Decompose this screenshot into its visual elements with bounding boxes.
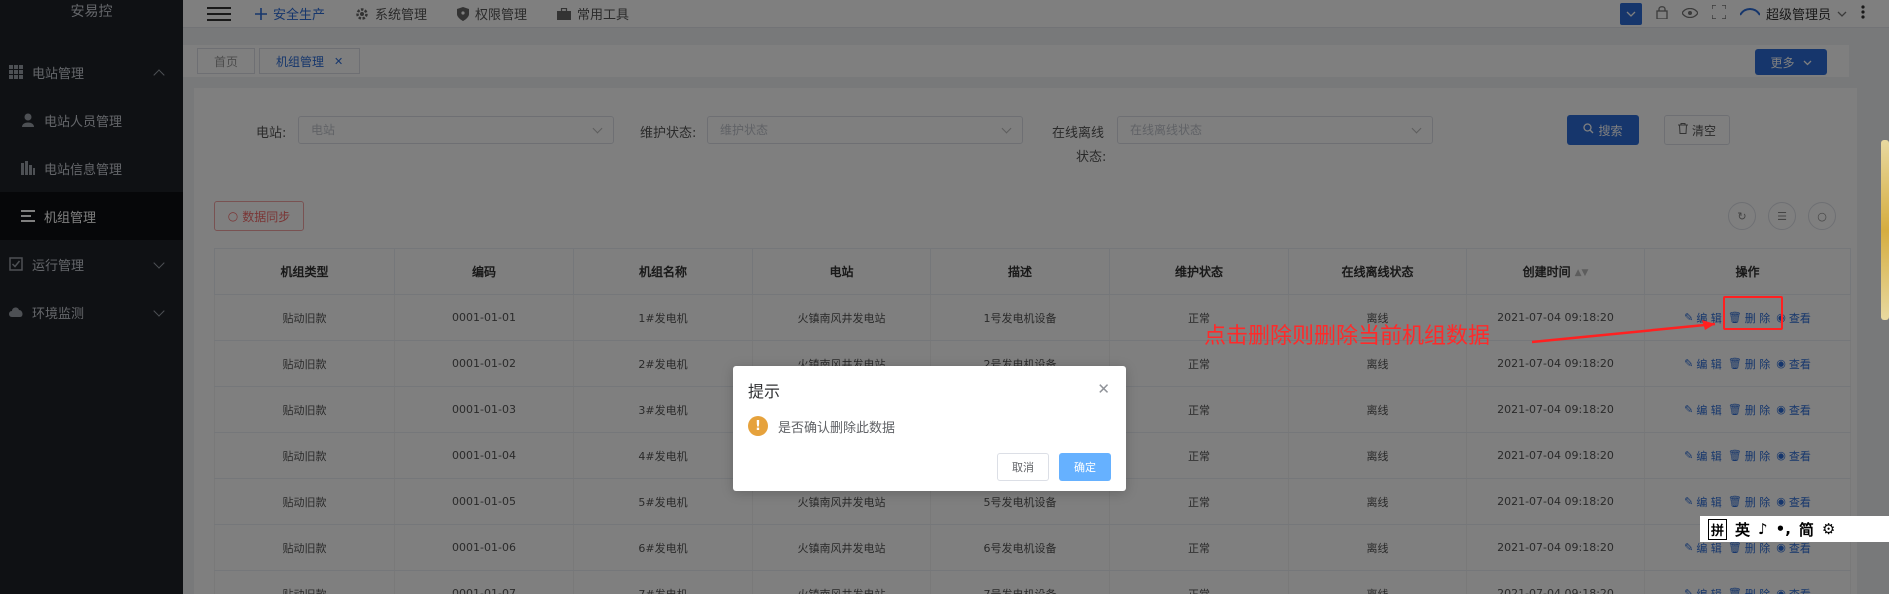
ime-simplified-toggle[interactable]: 简	[1799, 519, 1814, 540]
dialog-message-text: 是否确认删除此数据	[778, 420, 896, 436]
dialog-message: ! 是否确认删除此数据	[748, 416, 895, 436]
ime-english-toggle[interactable]: 英	[1735, 519, 1750, 540]
annotation-highlight-box	[1723, 296, 1783, 330]
ime-punctuation-toggle[interactable]: •,	[1776, 520, 1791, 538]
ime-moon-icon[interactable]: ♪	[1758, 520, 1768, 538]
confirm-button[interactable]: 确定	[1059, 453, 1111, 481]
warning-icon: !	[748, 416, 768, 436]
scrollbar[interactable]	[1881, 140, 1889, 320]
annotation-arrow-icon	[1531, 320, 1716, 344]
close-icon[interactable]: ✕	[1097, 380, 1110, 398]
confirm-dialog: 提示 ✕ ! 是否确认删除此数据 取消 确定	[733, 366, 1126, 491]
cancel-button[interactable]: 取消	[997, 453, 1049, 481]
modal-overlay[interactable]	[0, 0, 1889, 594]
annotation-text: 点击删除则删除当前机组数据	[1204, 324, 1491, 349]
ime-pinyin-button[interactable]: 拼	[1708, 518, 1728, 540]
dialog-title: 提示	[748, 382, 781, 401]
ime-settings-icon[interactable]: ⚙	[1822, 520, 1835, 538]
ime-toolbar: 拼 英 ♪ •, 简 ⚙	[1700, 516, 1889, 542]
